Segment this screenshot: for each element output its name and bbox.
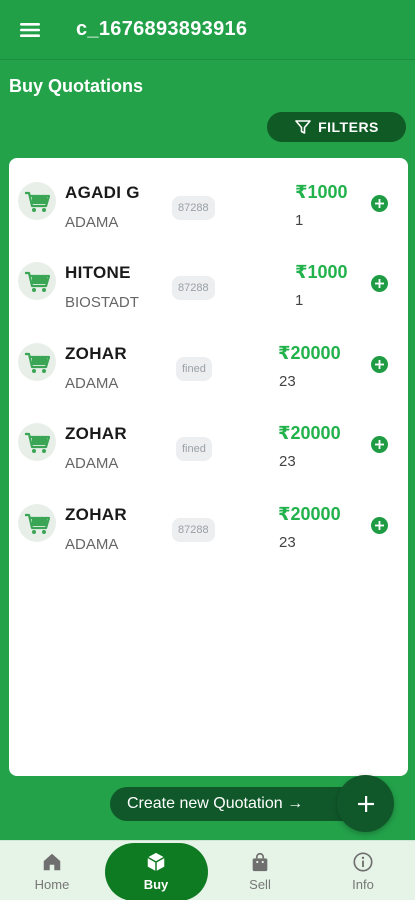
price: ₹20000 — [278, 423, 341, 443]
product-name: ZOHAR — [65, 424, 127, 443]
company-name: ADAMA — [65, 375, 119, 392]
hamburger-menu-icon[interactable] — [0, 0, 60, 60]
shopping-cart-icon — [18, 343, 56, 381]
add-icon[interactable] — [371, 356, 388, 373]
app-bar: c_1676893893916 — [0, 0, 415, 60]
shopping-cart-icon — [18, 504, 56, 542]
app-title: c_1676893893916 — [76, 18, 248, 40]
quotation-row[interactable]: ZOHAR ADAMA 87288 ₹20000 23 — [9, 480, 408, 560]
quotation-row[interactable]: ZOHAR ADAMA fined ₹20000 23 — [9, 319, 408, 399]
nav-home-label: Home — [34, 876, 70, 892]
bottom-navigation: Home Buy Sell Info — [0, 840, 415, 900]
product-name: AGADI G — [65, 183, 140, 202]
company-name: ADAMA — [65, 214, 119, 231]
home-icon — [43, 853, 61, 870]
price: ₹1000 — [295, 262, 348, 282]
company-name: ADAMA — [65, 536, 119, 553]
product-name: ZOHAR — [65, 344, 127, 363]
shopping-bag-icon — [252, 852, 268, 871]
nav-home[interactable]: Home — [12, 841, 92, 900]
shopping-cart-icon — [18, 423, 56, 461]
company-name: BIOSTADT — [65, 294, 139, 311]
nav-info-label: Info — [352, 876, 374, 892]
price: ₹20000 — [278, 343, 341, 363]
price: ₹1000 — [295, 182, 348, 202]
nav-info[interactable]: Info — [323, 841, 403, 900]
box-icon — [147, 852, 165, 871]
quotation-list: AGADI G ADAMA 87288 ₹1000 1 HITONE BIOSTADT 872… — [9, 158, 408, 776]
company-name: ADAMA — [65, 455, 119, 472]
info-icon — [353, 851, 373, 872]
price: ₹20000 — [278, 504, 341, 524]
nav-sell-label: Sell — [249, 876, 271, 892]
plus-icon — [357, 795, 374, 812]
quantity: 23 — [279, 534, 296, 551]
nav-buy[interactable]: Buy — [116, 841, 196, 900]
shopping-cart-icon — [18, 262, 56, 300]
tag-badge: 87288 — [172, 196, 215, 220]
product-name: HITONE — [65, 263, 131, 282]
quantity: 23 — [279, 373, 296, 390]
nav-buy-label: Buy — [143, 876, 169, 892]
tag-badge: fined — [176, 357, 212, 381]
filters-button[interactable]: FILTERS — [267, 112, 406, 142]
shopping-cart-icon — [18, 182, 56, 220]
filter-funnel-icon — [295, 120, 311, 134]
tag-badge: fined — [176, 437, 212, 461]
quantity: 1 — [295, 292, 304, 309]
add-icon[interactable] — [371, 517, 388, 534]
quotation-row[interactable]: AGADI G ADAMA 87288 ₹1000 1 — [9, 158, 408, 238]
quotation-row[interactable]: ZOHAR ADAMA fined ₹20000 23 — [9, 399, 408, 479]
add-icon[interactable] — [371, 195, 388, 212]
create-quotation-button[interactable]: Create new Quotation → — [110, 787, 366, 821]
add-quotation-fab[interactable] — [337, 775, 394, 832]
filters-label: FILTERS — [318, 119, 379, 135]
quantity: 1 — [295, 212, 304, 229]
add-icon[interactable] — [371, 275, 388, 292]
add-icon[interactable] — [371, 436, 388, 453]
tag-badge: 87288 — [172, 276, 215, 300]
tag-badge: 87288 — [172, 518, 215, 542]
product-name: ZOHAR — [65, 505, 127, 524]
quotation-row[interactable]: HITONE BIOSTADT 87288 ₹1000 1 — [9, 238, 408, 318]
create-quotation-label: Create new Quotation → — [127, 795, 304, 812]
quantity: 23 — [279, 453, 296, 470]
nav-sell[interactable]: Sell — [220, 841, 300, 900]
page-title: Buy Quotations — [9, 76, 143, 96]
